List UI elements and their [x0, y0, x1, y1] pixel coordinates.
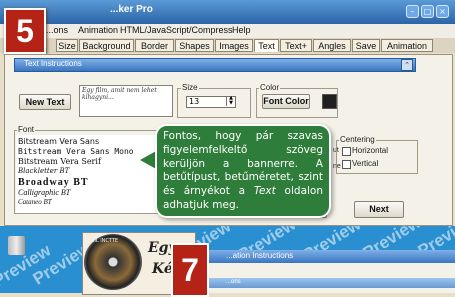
tab-angles[interactable]: Angles [313, 39, 351, 52]
vertical-checkbox[interactable] [342, 160, 351, 169]
list-item[interactable]: Bitstream Vera Sans Mono [18, 147, 134, 156]
maximize-icon[interactable]: □ [421, 5, 434, 18]
thumbnail-caption: FIIL INCTTE [90, 238, 119, 244]
vertical-label: Vertical [352, 159, 379, 168]
menu-item-options[interactable]: ...ons [46, 25, 68, 35]
next-button[interactable]: Next [354, 201, 404, 218]
tab-images[interactable]: Images [215, 39, 253, 52]
window-controls: – □ × [406, 5, 449, 18]
menu-item-animation[interactable]: Animation [78, 25, 118, 35]
menu-item-html-javascript-compress[interactable]: HTML/JavaScript/Compress [120, 25, 233, 35]
tab-border[interactable]: Border [135, 39, 174, 52]
font-list[interactable]: Bitstream Vera Sans Bitstream Vera Sans … [16, 135, 157, 213]
tab-text[interactable]: Text [254, 39, 279, 52]
tab-background[interactable]: Background [79, 39, 134, 52]
list-item[interactable]: Cataneo BT [18, 198, 52, 206]
trash-icon[interactable] [8, 236, 25, 255]
spinner-arrows-icon[interactable]: ▲ ▼ [226, 96, 235, 106]
tab-save[interactable]: Save [352, 39, 380, 52]
text-input[interactable]: Egy film, amit nem lehet kihagyni... [79, 85, 173, 117]
step-badge-7: 7 [171, 243, 209, 297]
centering-label: Centering [339, 135, 376, 144]
menu-item-help[interactable]: Help [232, 25, 251, 35]
list-item[interactable]: Bitstream Vera Sans [18, 137, 99, 146]
list-item[interactable]: Broadway BT [18, 177, 89, 188]
horizontal-checkbox[interactable] [342, 147, 351, 156]
chevron-up-icon[interactable]: ⌃ [401, 59, 413, 71]
callout-text-italic: Text [253, 185, 276, 198]
list-item[interactable]: Bitstream Vera Serif [18, 157, 101, 166]
callout-note: Fontos, hogy pár szavas figyelemfelkeltő… [155, 124, 331, 218]
second-window-subbar [208, 278, 455, 288]
font-color-button[interactable]: Font Color [262, 94, 310, 109]
horizontal-label: Horizontal [352, 146, 389, 155]
tab-animation[interactable]: Animation [381, 39, 433, 52]
second-window-subtitle: ...ons [226, 279, 241, 285]
title-bar [0, 0, 455, 25]
minimize-icon[interactable]: – [406, 5, 419, 18]
tab-text-plus[interactable]: Text+ [280, 39, 312, 52]
step-badge-5: 5 [4, 8, 46, 54]
color-swatch[interactable] [322, 94, 337, 109]
second-window-title: ...ation Instructions [226, 251, 294, 260]
size-label: Size [181, 83, 199, 92]
tab-shapes[interactable]: Shapes [175, 39, 214, 52]
new-text-button[interactable]: New Text [19, 94, 71, 110]
color-label: Color [259, 83, 281, 92]
tab-bar: Size Background Border Shapes Images Tex… [0, 38, 455, 53]
list-item[interactable]: Calligraphic BT [18, 188, 70, 197]
close-icon[interactable]: × [436, 5, 449, 18]
app-title: ...ker Pro [110, 4, 153, 15]
menu-bar: ...ons Animation HTML/JavaScript/Compres… [0, 24, 455, 39]
list-item[interactable]: Blackletter BT [18, 167, 69, 175]
text-instructions-title: Text Instructions [24, 59, 82, 68]
font-label: Font [17, 125, 36, 134]
tab-size[interactable]: Size [56, 39, 78, 52]
thumbnail-text-line2: Ké [152, 261, 173, 277]
